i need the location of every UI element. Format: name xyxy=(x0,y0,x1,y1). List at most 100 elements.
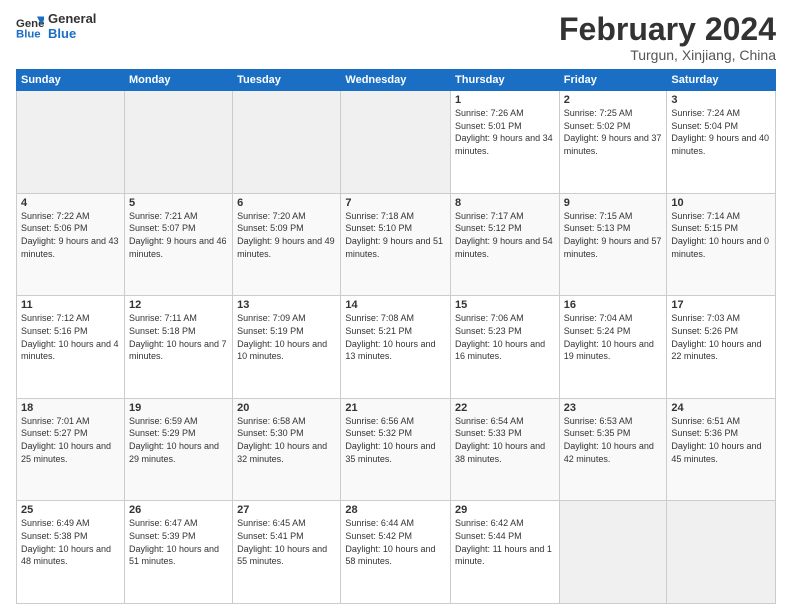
day-info: Sunrise: 7:09 AM Sunset: 5:19 PM Dayligh… xyxy=(237,312,336,362)
day-number: 25 xyxy=(21,504,120,516)
day-number: 7 xyxy=(345,197,446,209)
calendar-page: General Blue General Blue February 2024 … xyxy=(0,0,792,612)
svg-text:Blue: Blue xyxy=(16,28,41,40)
day-number: 4 xyxy=(21,197,120,209)
day-cell: 24Sunrise: 6:51 AM Sunset: 5:36 PM Dayli… xyxy=(667,398,776,501)
day-cell: 23Sunrise: 6:53 AM Sunset: 5:35 PM Dayli… xyxy=(559,398,667,501)
logo-general: General xyxy=(48,12,96,27)
col-friday: Friday xyxy=(559,70,667,91)
day-info: Sunrise: 6:59 AM Sunset: 5:29 PM Dayligh… xyxy=(129,415,228,465)
day-cell: 29Sunrise: 6:42 AM Sunset: 5:44 PM Dayli… xyxy=(451,501,560,604)
day-cell xyxy=(667,501,776,604)
day-number: 23 xyxy=(564,402,663,414)
day-info: Sunrise: 6:45 AM Sunset: 5:41 PM Dayligh… xyxy=(237,517,336,567)
day-cell xyxy=(233,91,341,194)
day-number: 3 xyxy=(671,94,771,106)
day-cell: 22Sunrise: 6:54 AM Sunset: 5:33 PM Dayli… xyxy=(451,398,560,501)
location-title: Turgun, Xinjiang, China xyxy=(559,47,776,63)
day-cell: 8Sunrise: 7:17 AM Sunset: 5:12 PM Daylig… xyxy=(451,193,560,296)
day-info: Sunrise: 6:51 AM Sunset: 5:36 PM Dayligh… xyxy=(671,415,771,465)
day-info: Sunrise: 7:17 AM Sunset: 5:12 PM Dayligh… xyxy=(455,210,555,260)
day-info: Sunrise: 6:47 AM Sunset: 5:39 PM Dayligh… xyxy=(129,517,228,567)
month-title: February 2024 xyxy=(559,12,776,47)
day-info: Sunrise: 7:20 AM Sunset: 5:09 PM Dayligh… xyxy=(237,210,336,260)
col-monday: Monday xyxy=(124,70,232,91)
day-cell: 20Sunrise: 6:58 AM Sunset: 5:30 PM Dayli… xyxy=(233,398,341,501)
week-row-2: 4Sunrise: 7:22 AM Sunset: 5:06 PM Daylig… xyxy=(17,193,776,296)
day-number: 16 xyxy=(564,299,663,311)
day-info: Sunrise: 7:14 AM Sunset: 5:15 PM Dayligh… xyxy=(671,210,771,260)
header: General Blue General Blue February 2024 … xyxy=(16,12,776,63)
day-cell: 4Sunrise: 7:22 AM Sunset: 5:06 PM Daylig… xyxy=(17,193,125,296)
day-number: 14 xyxy=(345,299,446,311)
day-info: Sunrise: 6:49 AM Sunset: 5:38 PM Dayligh… xyxy=(21,517,120,567)
day-cell: 14Sunrise: 7:08 AM Sunset: 5:21 PM Dayli… xyxy=(341,296,451,399)
week-row-3: 11Sunrise: 7:12 AM Sunset: 5:16 PM Dayli… xyxy=(17,296,776,399)
day-number: 27 xyxy=(237,504,336,516)
day-info: Sunrise: 7:04 AM Sunset: 5:24 PM Dayligh… xyxy=(564,312,663,362)
day-info: Sunrise: 7:24 AM Sunset: 5:04 PM Dayligh… xyxy=(671,107,771,157)
day-cell: 1Sunrise: 7:26 AM Sunset: 5:01 PM Daylig… xyxy=(451,91,560,194)
day-cell: 10Sunrise: 7:14 AM Sunset: 5:15 PM Dayli… xyxy=(667,193,776,296)
day-number: 18 xyxy=(21,402,120,414)
day-cell: 6Sunrise: 7:20 AM Sunset: 5:09 PM Daylig… xyxy=(233,193,341,296)
day-cell xyxy=(124,91,232,194)
day-info: Sunrise: 6:53 AM Sunset: 5:35 PM Dayligh… xyxy=(564,415,663,465)
day-cell: 15Sunrise: 7:06 AM Sunset: 5:23 PM Dayli… xyxy=(451,296,560,399)
day-info: Sunrise: 7:03 AM Sunset: 5:26 PM Dayligh… xyxy=(671,312,771,362)
week-row-5: 25Sunrise: 6:49 AM Sunset: 5:38 PM Dayli… xyxy=(17,501,776,604)
day-info: Sunrise: 7:25 AM Sunset: 5:02 PM Dayligh… xyxy=(564,107,663,157)
day-cell: 25Sunrise: 6:49 AM Sunset: 5:38 PM Dayli… xyxy=(17,501,125,604)
day-info: Sunrise: 6:58 AM Sunset: 5:30 PM Dayligh… xyxy=(237,415,336,465)
day-cell: 12Sunrise: 7:11 AM Sunset: 5:18 PM Dayli… xyxy=(124,296,232,399)
day-info: Sunrise: 6:56 AM Sunset: 5:32 PM Dayligh… xyxy=(345,415,446,465)
day-cell xyxy=(559,501,667,604)
calendar-table: Sunday Monday Tuesday Wednesday Thursday… xyxy=(16,69,776,604)
day-cell: 9Sunrise: 7:15 AM Sunset: 5:13 PM Daylig… xyxy=(559,193,667,296)
day-cell: 19Sunrise: 6:59 AM Sunset: 5:29 PM Dayli… xyxy=(124,398,232,501)
day-number: 26 xyxy=(129,504,228,516)
day-number: 21 xyxy=(345,402,446,414)
logo: General Blue General Blue xyxy=(16,12,96,42)
day-cell: 16Sunrise: 7:04 AM Sunset: 5:24 PM Dayli… xyxy=(559,296,667,399)
header-row: Sunday Monday Tuesday Wednesday Thursday… xyxy=(17,70,776,91)
day-info: Sunrise: 6:44 AM Sunset: 5:42 PM Dayligh… xyxy=(345,517,446,567)
day-number: 10 xyxy=(671,197,771,209)
day-info: Sunrise: 7:15 AM Sunset: 5:13 PM Dayligh… xyxy=(564,210,663,260)
day-info: Sunrise: 7:12 AM Sunset: 5:16 PM Dayligh… xyxy=(21,312,120,362)
day-number: 13 xyxy=(237,299,336,311)
day-cell: 13Sunrise: 7:09 AM Sunset: 5:19 PM Dayli… xyxy=(233,296,341,399)
day-number: 8 xyxy=(455,197,555,209)
day-number: 22 xyxy=(455,402,555,414)
day-info: Sunrise: 7:06 AM Sunset: 5:23 PM Dayligh… xyxy=(455,312,555,362)
week-row-1: 1Sunrise: 7:26 AM Sunset: 5:01 PM Daylig… xyxy=(17,91,776,194)
day-cell: 21Sunrise: 6:56 AM Sunset: 5:32 PM Dayli… xyxy=(341,398,451,501)
day-cell: 11Sunrise: 7:12 AM Sunset: 5:16 PM Dayli… xyxy=(17,296,125,399)
logo-blue: Blue xyxy=(48,27,96,42)
day-cell: 26Sunrise: 6:47 AM Sunset: 5:39 PM Dayli… xyxy=(124,501,232,604)
day-number: 11 xyxy=(21,299,120,311)
day-info: Sunrise: 7:11 AM Sunset: 5:18 PM Dayligh… xyxy=(129,312,228,362)
week-row-4: 18Sunrise: 7:01 AM Sunset: 5:27 PM Dayli… xyxy=(17,398,776,501)
day-info: Sunrise: 7:22 AM Sunset: 5:06 PM Dayligh… xyxy=(21,210,120,260)
day-number: 1 xyxy=(455,94,555,106)
day-number: 28 xyxy=(345,504,446,516)
day-number: 15 xyxy=(455,299,555,311)
day-info: Sunrise: 6:42 AM Sunset: 5:44 PM Dayligh… xyxy=(455,517,555,567)
col-saturday: Saturday xyxy=(667,70,776,91)
title-block: February 2024 Turgun, Xinjiang, China xyxy=(559,12,776,63)
col-tuesday: Tuesday xyxy=(233,70,341,91)
day-info: Sunrise: 7:01 AM Sunset: 5:27 PM Dayligh… xyxy=(21,415,120,465)
day-info: Sunrise: 7:08 AM Sunset: 5:21 PM Dayligh… xyxy=(345,312,446,362)
day-number: 5 xyxy=(129,197,228,209)
day-number: 6 xyxy=(237,197,336,209)
day-info: Sunrise: 7:21 AM Sunset: 5:07 PM Dayligh… xyxy=(129,210,228,260)
day-number: 20 xyxy=(237,402,336,414)
day-cell xyxy=(17,91,125,194)
day-cell: 17Sunrise: 7:03 AM Sunset: 5:26 PM Dayli… xyxy=(667,296,776,399)
day-number: 9 xyxy=(564,197,663,209)
col-wednesday: Wednesday xyxy=(341,70,451,91)
day-cell: 3Sunrise: 7:24 AM Sunset: 5:04 PM Daylig… xyxy=(667,91,776,194)
col-thursday: Thursday xyxy=(451,70,560,91)
day-cell: 7Sunrise: 7:18 AM Sunset: 5:10 PM Daylig… xyxy=(341,193,451,296)
